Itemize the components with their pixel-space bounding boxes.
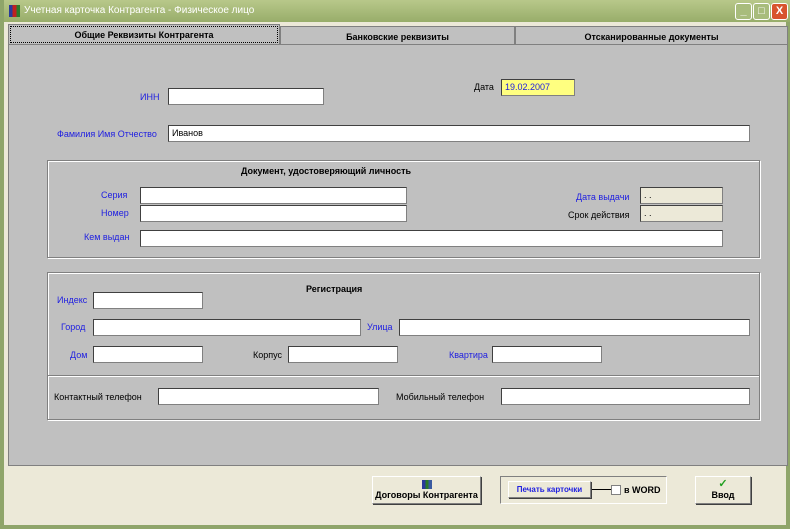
connector-line [592,489,611,490]
series-input[interactable] [140,187,407,204]
date-input[interactable]: 19.02.2007 [501,79,575,96]
checkmark-icon: ✓ [718,478,728,490]
house-input[interactable] [93,346,203,363]
enter-label: Ввод [711,490,735,500]
contracts-label: Договоры Контрагента [375,490,478,500]
close-button[interactable]: X [771,3,788,20]
index-label: Индекс [57,295,88,305]
mobile-label: Мобильный телефон [396,392,485,402]
contracts-button[interactable]: Договоры Контрагента [372,476,481,504]
enter-button[interactable]: ✓ Ввод [695,476,751,504]
inn-label: ИНН [140,92,160,102]
fio-input[interactable]: Иванов [168,125,750,142]
apartment-input[interactable] [492,346,602,363]
phone-label: Контактный телефон [54,392,142,402]
divider [48,375,759,377]
validity-label: Срок действия [568,210,630,220]
window: Учетная карточка Контрагента - Физическо… [0,0,790,529]
street-label: Улица [367,322,393,332]
city-input[interactable] [93,319,361,336]
books-icon [421,480,432,489]
maximize-button[interactable]: □ [753,3,770,20]
app-icon [9,5,20,17]
phone-input[interactable] [158,388,379,405]
house-label: Дом [70,350,88,360]
series-label: Серия [101,190,128,200]
validity-input[interactable]: . . [640,205,723,222]
street-input[interactable] [399,319,750,336]
registration-title: Регистрация [306,284,363,294]
number-input[interactable] [140,205,407,222]
issued-by-input[interactable] [140,230,723,247]
mobile-input[interactable] [501,388,750,405]
index-input[interactable] [93,292,203,309]
building-input[interactable] [288,346,398,363]
number-label: Номер [101,208,129,218]
document-group-title: Документ, удостоверяющий личность [241,166,412,176]
city-label: Город [61,322,86,332]
word-label: в WORD [624,485,661,495]
fio-label: Фамилия Имя Отчество [57,129,157,139]
issued-by-label: Кем выдан [84,232,130,242]
inn-input[interactable] [168,88,324,105]
apartment-label: Квартира [449,350,488,360]
window-title: Учетная карточка Контрагента - Физическо… [24,5,255,16]
building-label: Корпус [253,350,283,360]
minimize-button[interactable]: _ [735,3,752,20]
tab-general[interactable]: Общие Реквизиты Контрагента [8,24,280,45]
issue-date-input[interactable]: . . [640,187,723,204]
issue-date-label: Дата выдачи [576,192,630,202]
print-card-button[interactable]: Печать карточки [508,481,591,498]
word-checkbox[interactable] [611,485,621,495]
date-label: Дата [474,82,494,92]
title-bar: Учетная карточка Контрагента - Физическо… [4,0,790,22]
